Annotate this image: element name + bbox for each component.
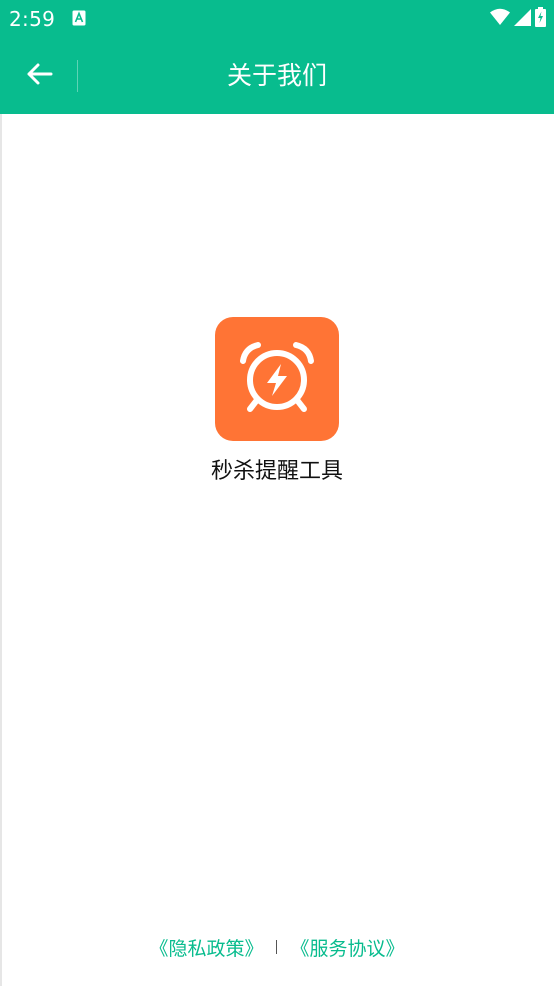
footer-separator: [275, 940, 277, 954]
service-agreement-link[interactable]: 《服务协议》: [291, 934, 405, 961]
alarm-clock-lightning-icon: [240, 342, 314, 412]
app-bar: 关于我们: [0, 38, 554, 114]
status-icons: [490, 7, 546, 31]
footer-links: 《隐私政策》 《服务协议》: [0, 930, 554, 964]
privacy-policy-link[interactable]: 《隐私政策》: [149, 934, 263, 961]
about-us-screen: 2:59 关于我们 秒杀提醒工具 《隐私政策》 《服务协议》: [0, 0, 554, 986]
wifi-icon: [490, 8, 510, 30]
accessibility-app-icon: [72, 10, 86, 26]
cellular-signal-icon: [514, 8, 531, 30]
content-area: [0, 114, 554, 986]
left-edge-divider: [0, 114, 2, 986]
app-name: 秒杀提醒工具: [210, 459, 343, 484]
status-time: 2:59: [9, 7, 56, 31]
battery-charging-icon: [535, 7, 546, 31]
app-logo: [215, 317, 339, 441]
page-title: 关于我们: [226, 61, 327, 90]
status-bar: 2:59: [0, 0, 554, 38]
